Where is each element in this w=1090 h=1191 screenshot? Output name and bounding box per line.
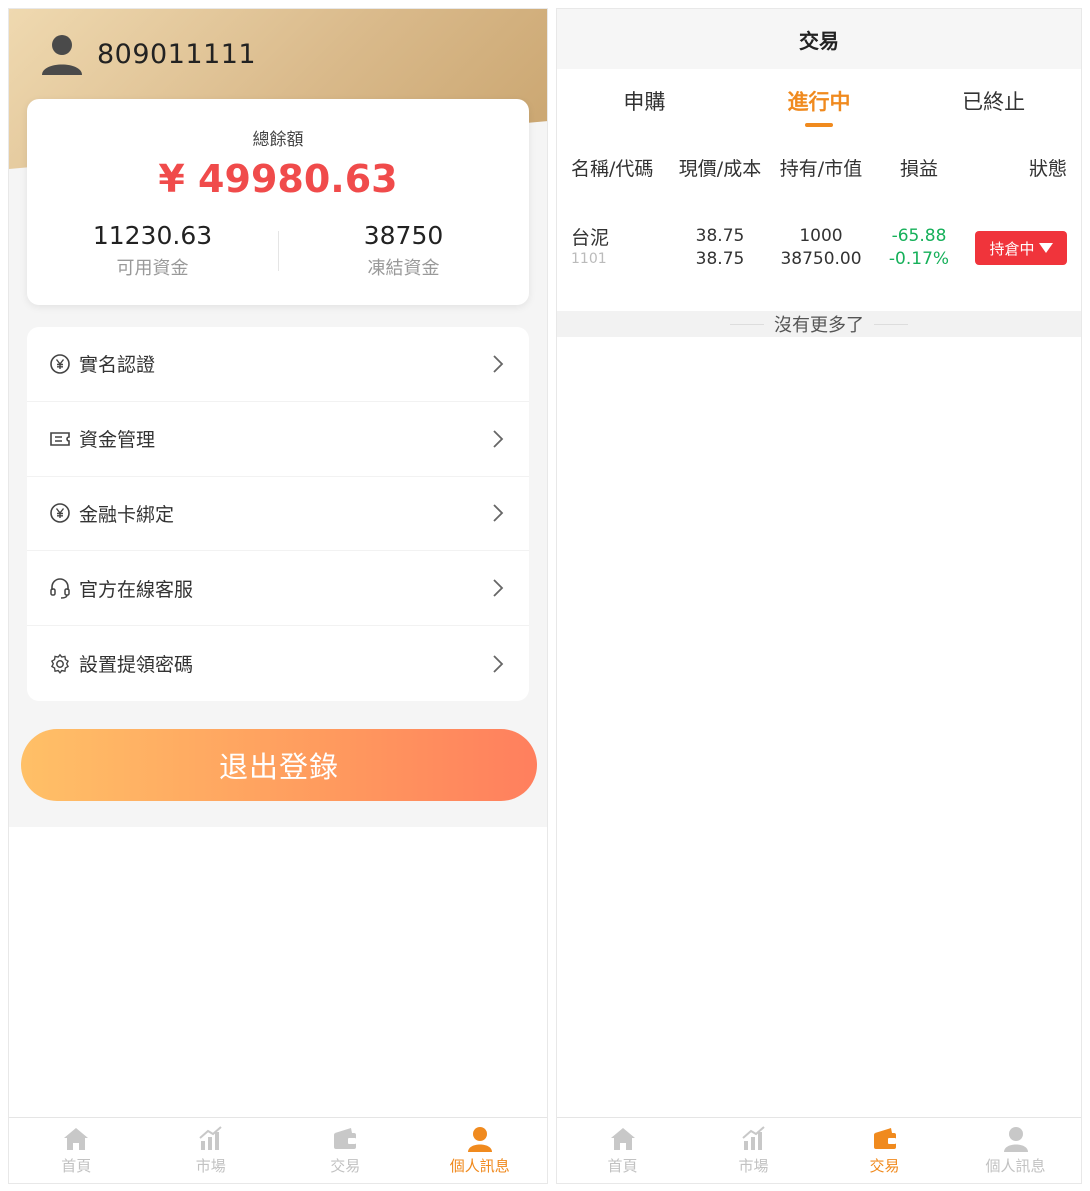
page-title: 交易 [557, 9, 1081, 69]
available-funds: 11230.63 可用資金 [27, 221, 278, 280]
logout-button[interactable]: 退出登錄 [21, 729, 537, 801]
chart-icon [741, 1126, 765, 1150]
pnl-cell: -65.88 -0.17% [877, 225, 961, 271]
hold-value-cell: 1000 38750.00 [775, 225, 867, 271]
chevron-right-icon [493, 579, 504, 597]
menu-item-label: 設置提領密碼 [79, 654, 194, 677]
profile-menu: 實名認證 資金管理 金融卡綁定 官方在線客服 設置提領密碼 [27, 327, 529, 701]
tab-label: 市場 [195, 1157, 226, 1175]
header-price-cost: 現價/成本 [678, 157, 762, 180]
menu-item-label: 官方在線客服 [79, 578, 194, 601]
header-status: 狀態 [1028, 157, 1067, 180]
balance-amount: ¥ 49980.63 [158, 157, 398, 201]
user-icon [467, 1127, 492, 1152]
profile-screen: 809011111 總餘額 ¥ 49980.63 11230.63 可用資金 3… [8, 8, 548, 1184]
tab-label: 首頁 [61, 1157, 92, 1175]
menu-item-bank-card[interactable]: 金融卡綁定 [27, 477, 529, 552]
header-hold-value: 持有/市值 [779, 157, 863, 180]
current-price: 38.75 [695, 226, 745, 246]
holding-quantity: 1000 [799, 226, 843, 246]
stock-name: 台泥 [571, 227, 610, 249]
available-label: 可用資金 [116, 258, 189, 279]
tab-label: 個人訊息 [985, 1157, 1046, 1175]
no-more-indicator: 沒有更多了 [557, 311, 1081, 337]
divider-line [874, 323, 908, 325]
tab-label: 首頁 [607, 1157, 638, 1175]
tab-label: 市場 [738, 1157, 769, 1175]
yen-circle-icon [50, 354, 70, 374]
price-cost-cell: 38.75 38.75 [677, 225, 763, 271]
user-icon [1003, 1127, 1028, 1152]
pnl-percent: -0.17% [888, 249, 950, 269]
menu-item-label: 資金管理 [79, 429, 156, 452]
header-name-code: 名稱/代碼 [571, 157, 654, 180]
header-pnl: 損益 [899, 157, 938, 180]
tab-subscribe[interactable]: 申購 [557, 69, 732, 133]
user-row: 809011111 [39, 31, 256, 77]
home-icon [64, 1128, 89, 1150]
chevron-right-icon [493, 430, 504, 448]
gear-icon [50, 653, 69, 674]
tab-terminated[interactable]: 已終止 [906, 69, 1081, 133]
tab-trade[interactable]: 交易 [278, 1118, 413, 1183]
balance-card: 總餘額 ¥ 49980.63 11230.63 可用資金 38750 凍結資金 [27, 99, 529, 305]
menu-item-customer-service[interactable]: 官方在線客服 [27, 551, 529, 627]
menu-item-funds[interactable]: 資金管理 [27, 402, 529, 477]
home-icon [610, 1128, 635, 1150]
tab-market[interactable]: 市場 [144, 1118, 279, 1183]
frozen-funds: 38750 凍結資金 [278, 221, 529, 280]
ticket-icon [50, 431, 70, 446]
chevron-right-icon [493, 654, 504, 673]
menu-item-label: 實名認證 [79, 354, 156, 377]
table-header: 名稱/代碼 現價/成本 持有/市值 損益 狀態 [557, 147, 1081, 187]
caret-down-icon [1038, 243, 1053, 253]
tab-label: 個人訊息 [449, 1157, 510, 1175]
cost-price: 38.75 [695, 249, 745, 269]
bottom-tab-bar: 首頁 市場 交易 個人訊息 [9, 1117, 547, 1183]
username: 809011111 [97, 38, 257, 70]
bottom-tab-bar: 首頁 市場 交易 個人訊息 [557, 1117, 1081, 1183]
chevron-right-icon [493, 504, 504, 523]
yen-circle-icon [50, 503, 70, 524]
trade-screen: 交易 申購 進行中 已終止 名稱/代碼 現價/成本 持有/市值 損益 狀態 台泥… [556, 8, 1082, 1184]
divider-line [730, 323, 764, 325]
menu-item-label: 金融卡綁定 [79, 503, 175, 526]
stock-code: 1101 [571, 251, 607, 267]
trade-segment-tabs: 申購 進行中 已終止 [557, 69, 1081, 133]
tab-label: 交易 [869, 1157, 900, 1175]
wallet-icon [873, 1128, 896, 1149]
table-row[interactable]: 台泥 1101 38.75 38.75 1000 38750.00 -65.88… [557, 213, 1081, 305]
chart-icon [199, 1126, 222, 1150]
tab-profile[interactable]: 個人訊息 [413, 1118, 548, 1183]
status-dropdown-button[interactable]: 持倉中 [975, 231, 1067, 265]
tab-home[interactable]: 首頁 [9, 1118, 144, 1183]
no-more-text: 沒有更多了 [774, 315, 864, 336]
pnl-amount: -65.88 [891, 226, 947, 246]
tab-in-progress[interactable]: 進行中 [732, 69, 907, 133]
headset-icon [50, 578, 70, 599]
frozen-amount: 38750 [363, 221, 444, 250]
avatar-icon [42, 35, 82, 75]
tab-market[interactable]: 市場 [688, 1118, 819, 1183]
tab-label: 交易 [330, 1157, 361, 1175]
market-value: 38750.00 [780, 249, 862, 269]
wallet-icon [334, 1128, 357, 1149]
tab-trade[interactable]: 交易 [819, 1118, 950, 1183]
chevron-right-icon [493, 355, 504, 373]
tab-home[interactable]: 首頁 [557, 1118, 688, 1183]
available-amount: 11230.63 [92, 221, 213, 250]
status-label: 持倉中 [989, 239, 1035, 258]
balance-label: 總餘額 [252, 130, 304, 150]
tab-profile[interactable]: 個人訊息 [950, 1118, 1081, 1183]
frozen-label: 凍結資金 [367, 258, 440, 279]
menu-item-withdraw-password[interactable]: 設置提領密碼 [27, 626, 529, 701]
menu-item-verification[interactable]: 實名認證 [27, 327, 529, 402]
